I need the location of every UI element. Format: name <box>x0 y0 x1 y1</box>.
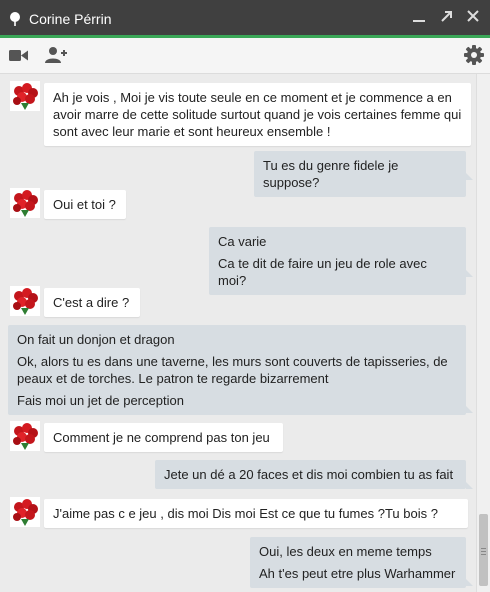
minimize-icon[interactable] <box>409 8 429 28</box>
message-bubble-incoming: Comment je ne comprend pas ton jeu <box>44 423 283 452</box>
message-bubble-incoming: J'aime pas c e jeu , dis moi Dis moi Est… <box>44 499 468 528</box>
message-list[interactable]: Ah je vois , Moi je vis toute seule en c… <box>0 74 476 592</box>
video-call-icon[interactable] <box>9 49 28 67</box>
chat-window-titlebar[interactable]: Corine Pérrin <box>0 0 490 38</box>
message-text: Ca te dit de faire un jeu de role avec m… <box>218 256 427 288</box>
message-bubble-outgoing: Tu es du genre fidele je suppose? <box>254 151 466 197</box>
message-bubble-incoming: C'est a dire ? <box>44 288 140 317</box>
close-icon[interactable] <box>463 8 483 28</box>
message-text: Oui et toi ? <box>53 197 116 212</box>
message-bubble-outgoing: Jete un dé a 20 faces et dis moi combien… <box>155 460 466 489</box>
message-text: Ok, alors tu es dans une taverne, les mu… <box>17 354 448 386</box>
message-text: Ca varie <box>218 234 267 249</box>
contact-avatar[interactable] <box>10 188 40 218</box>
message-text: Fais moi un jet de perception <box>17 393 184 408</box>
contact-avatar[interactable] <box>10 421 40 451</box>
message-text: On fait un donjon et dragon <box>17 332 175 347</box>
scrollbar-grip-icon <box>481 548 486 549</box>
bubble-tail <box>466 173 473 180</box>
message-bubble-outgoing: On fait un donjon et dragon Ok, alors tu… <box>8 325 466 415</box>
message-bubble-incoming: Oui et toi ? <box>44 190 126 219</box>
message-text: Ah je vois , Moi je vis toute seule en c… <box>53 90 462 139</box>
message-text: Jete un dé a 20 faces et dis moi combien… <box>164 467 454 482</box>
bubble-tail <box>466 579 473 586</box>
add-person-icon[interactable] <box>45 46 67 69</box>
message-text: Oui, les deux en meme temps <box>259 544 432 559</box>
contact-avatar[interactable] <box>10 81 40 111</box>
bubble-tail <box>466 270 473 277</box>
scrollbar-thumb[interactable] <box>479 514 488 586</box>
message-text: C'est a dire ? <box>53 295 130 310</box>
contact-avatar[interactable] <box>10 286 40 316</box>
message-bubble-outgoing: Ca varie Ca te dit de faire un jeu de ro… <box>209 227 466 295</box>
bubble-tail <box>466 482 473 489</box>
contact-name: Corine Pérrin <box>29 11 112 27</box>
popout-icon[interactable] <box>437 8 457 28</box>
chat-toolbar <box>0 38 490 74</box>
message-bubble-outgoing: Oui, les deux en meme temps Ah t'es peut… <box>250 537 466 588</box>
message-scrollbar[interactable] <box>476 74 490 592</box>
message-bubble-incoming: Ah je vois , Moi je vis toute seule en c… <box>44 83 471 146</box>
message-text: Comment je ne comprend pas ton jeu <box>53 430 270 445</box>
message-text: Ah t'es peut etre plus Warhammer <box>259 566 456 581</box>
contact-avatar[interactable] <box>10 497 40 527</box>
status-icon <box>10 12 20 26</box>
message-text: J'aime pas c e jeu , dis moi Dis moi Est… <box>53 506 438 521</box>
bubble-tail <box>466 406 473 413</box>
message-text: Tu es du genre fidele je suppose? <box>263 158 399 190</box>
gear-icon[interactable] <box>464 45 484 70</box>
